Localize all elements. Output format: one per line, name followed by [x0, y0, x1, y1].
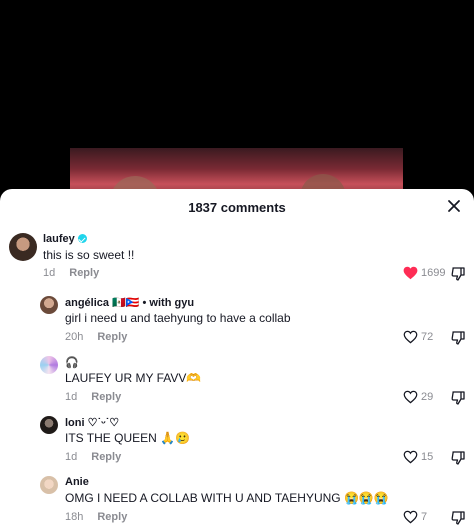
heart-outline-icon	[403, 330, 418, 344]
dislike-icon[interactable]	[450, 450, 466, 466]
heart-outline-icon	[403, 510, 418, 524]
dislike-icon[interactable]	[450, 510, 466, 526]
reply-button[interactable]: Reply	[69, 267, 99, 279]
comment-text: this is so sweet !!	[43, 248, 135, 262]
reply-button[interactable]: Reply	[91, 451, 121, 463]
like-button[interactable]: 29	[403, 390, 433, 404]
heart-outline-icon	[403, 450, 418, 464]
like-button[interactable]: 15	[403, 450, 433, 464]
comment-text: OMG I NEED A COLLAB WITH U AND TAEHYUNG …	[65, 491, 389, 505]
verified-badge-icon	[77, 234, 87, 243]
comment-username[interactable]: Anie	[65, 476, 89, 488]
reply-button[interactable]: Reply	[97, 511, 127, 523]
comment-meta: 18h Reply	[65, 511, 127, 523]
comment-text: ITS THE QUEEN 🙏🥲	[65, 431, 191, 445]
comment-username[interactable]: 🎧	[65, 356, 79, 369]
comment-time: 1d	[65, 451, 78, 463]
avatar[interactable]	[9, 233, 37, 261]
like-count: 72	[421, 331, 434, 343]
comment-time: 20h	[65, 331, 84, 343]
avatar[interactable]	[40, 356, 58, 374]
like-count: 29	[421, 391, 434, 403]
video-background[interactable]	[0, 0, 474, 216]
comment-meta: 1d Reply	[65, 451, 121, 463]
like-count: 15	[421, 451, 434, 463]
comment-time: 1d	[43, 267, 56, 279]
like-button[interactable]: 1699	[403, 266, 445, 280]
dislike-icon[interactable]	[450, 390, 466, 406]
reply-button[interactable]: Reply	[91, 391, 121, 403]
comment-text: girl i need u and taehyung to have a col…	[65, 311, 291, 325]
comment-meta: 20h Reply	[65, 331, 127, 343]
comments-header: 1837 comments	[0, 189, 474, 225]
comments-count: 1837 comments	[188, 200, 286, 215]
comment-username[interactable]: angélica 🇲🇽🇵🇷 • with gyu	[65, 296, 194, 309]
heart-filled-icon	[403, 266, 418, 280]
avatar[interactable]	[40, 416, 58, 434]
comments-sheet: 1837 comments laufey this is so sweet !!…	[0, 189, 474, 529]
close-icon[interactable]	[444, 196, 464, 216]
like-button[interactable]: 72	[403, 330, 433, 344]
comment-username[interactable]: loni ♡˙ᵕ˙♡	[65, 416, 119, 429]
avatar[interactable]	[40, 296, 58, 314]
reply-button[interactable]: Reply	[97, 331, 127, 343]
like-button[interactable]: 7	[403, 510, 427, 524]
comment-time: 18h	[65, 511, 84, 523]
avatar[interactable]	[40, 476, 58, 494]
heart-outline-icon	[403, 390, 418, 404]
comment-text: LAUFEY UR MY FAVV🫶	[65, 371, 202, 385]
dislike-icon[interactable]	[450, 330, 466, 346]
comment-meta: 1d Reply	[43, 267, 99, 279]
comment-time: 1d	[65, 391, 78, 403]
comment-meta: 1d Reply	[65, 391, 121, 403]
dislike-icon[interactable]	[450, 266, 466, 282]
like-count: 1699	[421, 267, 446, 279]
like-count: 7	[421, 511, 428, 523]
comment-username[interactable]: laufey	[43, 233, 87, 245]
